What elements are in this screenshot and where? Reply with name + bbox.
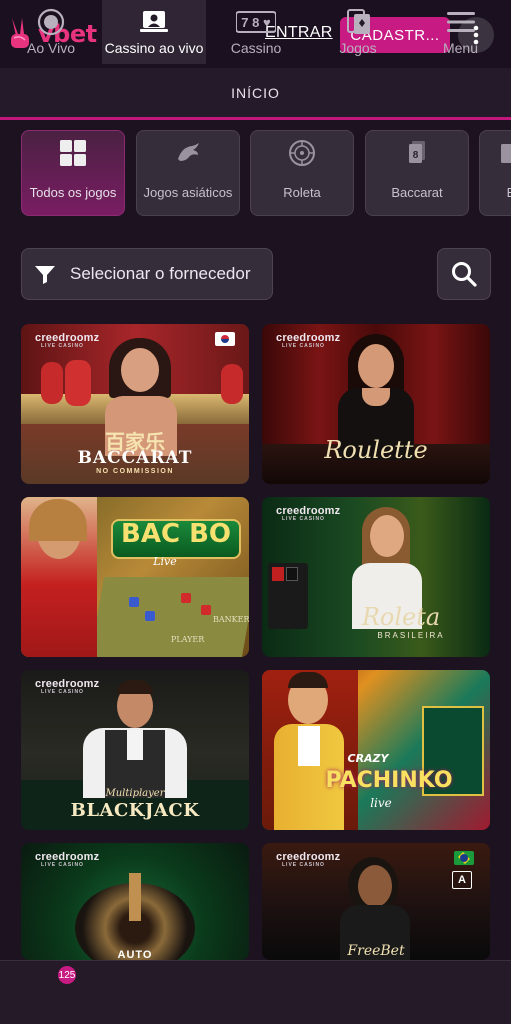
category-partial[interactable]: B bbox=[479, 130, 511, 216]
cards-icon: 8 bbox=[403, 139, 431, 167]
game-title: Roleta bbox=[361, 603, 441, 631]
game-title: BACCARAT bbox=[77, 448, 193, 468]
game-tile-freebet[interactable]: creedroomz LIVE CASINO A FreeBet bbox=[262, 843, 490, 960]
live-count-badge: 125 bbox=[58, 966, 76, 984]
category-label: Roleta bbox=[283, 185, 321, 200]
category-todos-os-jogos[interactable]: Todos os jogos bbox=[21, 130, 125, 216]
game-tile-baccarat[interactable]: creedroomz LIVE CASINO 百家乐 BACCARAT NO CO… bbox=[21, 324, 249, 484]
nav-label: Jogos bbox=[339, 40, 377, 56]
game-tile-bac-bo[interactable]: BAC BO Live PLAYER BANKER bbox=[21, 497, 249, 657]
game-title: Roulette bbox=[324, 436, 428, 464]
category-label: Todos os jogos bbox=[29, 185, 117, 200]
category-jogos-asiaticos[interactable]: Jogos asiáticos bbox=[136, 130, 240, 216]
table-label-banker: BANKER bbox=[213, 615, 249, 624]
nav-label: Cassino ao vivo bbox=[104, 40, 204, 56]
search-icon bbox=[452, 262, 477, 287]
category-label: Jogos asiáticos bbox=[143, 185, 233, 200]
search-button[interactable] bbox=[437, 248, 491, 300]
category-baccarat[interactable]: 8 Baccarat bbox=[365, 130, 469, 216]
game-title: AUTO bbox=[117, 949, 153, 960]
bottom-navigation bbox=[0, 960, 511, 1024]
svg-text:7 8 ♥: 7 8 ♥ bbox=[241, 15, 271, 30]
table-label-player: PLAYER bbox=[171, 635, 205, 644]
game-suffix: live bbox=[370, 796, 392, 810]
game-title: PACHINKO bbox=[325, 768, 453, 793]
provider-brand: creedroomz LIVE CASINO bbox=[276, 332, 341, 349]
category-label: B bbox=[506, 185, 511, 200]
funnel-icon bbox=[35, 266, 55, 284]
slot-machine-icon: 7 8 ♥ bbox=[236, 8, 276, 36]
game-title: FreeBet bbox=[347, 943, 405, 959]
provider-brand: creedroomz LIVE CASINO bbox=[276, 851, 341, 868]
nav-menu[interactable]: Menu bbox=[410, 0, 511, 64]
game-subtitle: Multiplayer bbox=[105, 788, 165, 799]
provider-select-label: Selecionar o fornecedor bbox=[70, 264, 251, 283]
tab-inicio[interactable]: INÍCIO bbox=[231, 85, 280, 101]
provider-brand: creedroomz LIVE CASINO bbox=[35, 851, 100, 868]
game-tile-crazy-pachinko[interactable]: CRAZY PACHINKO live bbox=[262, 670, 490, 830]
game-tile-roulette[interactable]: creedroomz LIVE CASINO Roulette bbox=[262, 324, 490, 484]
provider-brand: creedroomz LIVE CASINO bbox=[276, 505, 341, 522]
game-subtitle: Live bbox=[153, 555, 177, 568]
game-tile-roleta-brasileira[interactable]: creedroomz LIVE CASINO Roleta BRASILEIRA bbox=[262, 497, 490, 657]
grid-icon bbox=[59, 139, 87, 167]
games-cards-icon bbox=[344, 8, 372, 36]
category-label: Baccarat bbox=[391, 185, 443, 200]
nav-cassino[interactable]: 7 8 ♥ Cassino bbox=[206, 0, 306, 64]
game-subtitle: NO COMMISSION bbox=[96, 468, 174, 475]
game-tile-blackjack[interactable]: creedroomz LIVE CASINO Multiplayer BLACKJ… bbox=[21, 670, 249, 830]
nav-label: Ao Vivo bbox=[27, 40, 75, 56]
page-nav-bar: INÍCIO bbox=[0, 68, 511, 118]
cards-icon bbox=[495, 139, 511, 167]
hamburger-icon bbox=[446, 8, 475, 36]
game-title: BAC BO bbox=[121, 519, 231, 549]
nav-underline bbox=[0, 117, 511, 120]
game-tile-auto-roulette[interactable]: creedroomz LIVE CASINO AUTO bbox=[21, 843, 249, 960]
provider-brand: creedroomz LIVE CASINO bbox=[35, 332, 100, 349]
card-ace-icon: A bbox=[452, 871, 472, 889]
nav-cassino-ao-vivo[interactable]: Cassino ao vivo bbox=[102, 0, 206, 64]
nav-label: Cassino bbox=[230, 40, 282, 56]
roulette-icon bbox=[288, 139, 316, 167]
category-roleta[interactable]: Roleta bbox=[250, 130, 354, 216]
live-icon bbox=[37, 8, 65, 36]
game-title: BLACKJACK bbox=[70, 800, 200, 821]
provider-brand: creedroomz LIVE CASINO bbox=[35, 678, 100, 695]
dragon-icon bbox=[174, 139, 202, 167]
provider-select[interactable]: Selecionar o fornecedor bbox=[21, 248, 273, 300]
nav-ao-vivo[interactable]: Ao Vivo bbox=[0, 0, 102, 64]
korea-flag-icon bbox=[215, 332, 235, 346]
live-dealer-icon bbox=[140, 8, 168, 36]
brazil-flag-icon bbox=[454, 851, 474, 865]
svg-text:8: 8 bbox=[413, 150, 419, 161]
nav-label: Menu bbox=[442, 40, 479, 56]
game-subtitle: BRASILEIRA bbox=[377, 631, 445, 640]
nav-jogos[interactable]: Jogos bbox=[306, 0, 410, 64]
game-subtitle: CRAZY bbox=[347, 752, 389, 765]
